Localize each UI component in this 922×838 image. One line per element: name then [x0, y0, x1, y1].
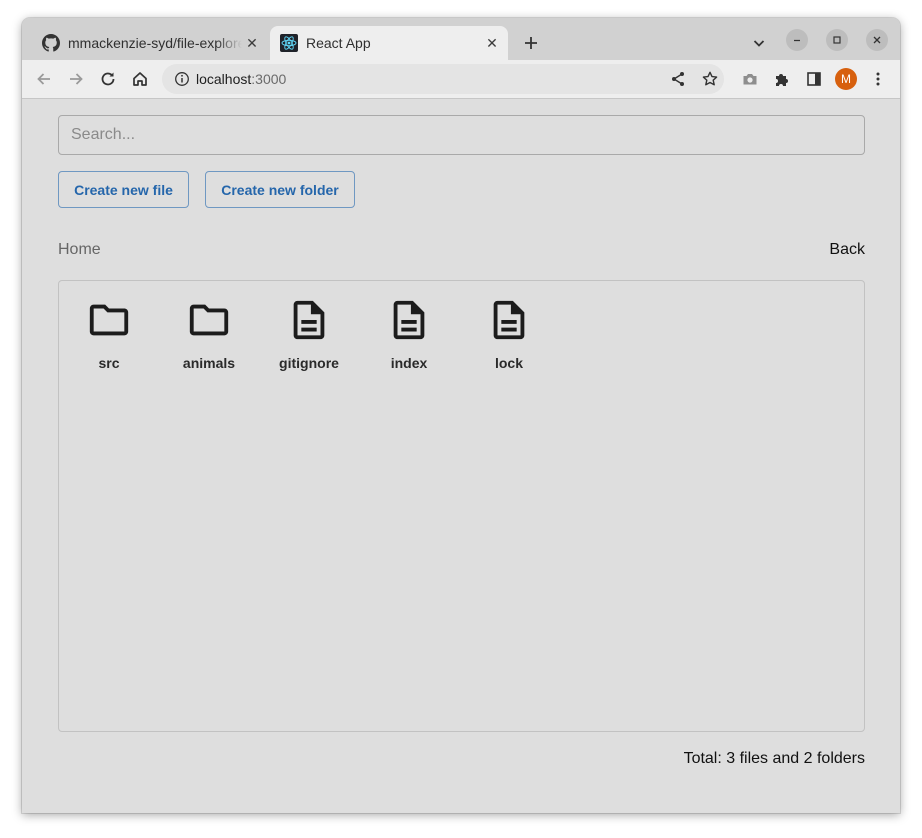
github-icon [42, 34, 60, 52]
page-content: Create new file Create new folder Home B… [22, 99, 900, 813]
profile-avatar[interactable]: M [835, 68, 857, 90]
forward-arrow-icon[interactable] [64, 67, 88, 91]
file-item-lock[interactable]: lock [459, 297, 559, 371]
item-label: gitignore [279, 355, 339, 371]
url-host: localhost [196, 71, 252, 87]
file-icon [386, 297, 432, 343]
item-label: lock [494, 355, 523, 371]
url-port: :3000 [251, 71, 287, 87]
create-file-button[interactable]: Create new file [58, 171, 189, 208]
folder-item-src[interactable]: src [59, 297, 159, 371]
browser-toolbar: localhost:3000 M [22, 60, 900, 99]
more-menu-icon[interactable] [866, 67, 890, 91]
new-tab-icon[interactable] [519, 31, 543, 55]
folder-icon [186, 297, 232, 343]
create-folder-button[interactable]: Create new folder [205, 171, 355, 208]
info-icon[interactable] [172, 69, 192, 89]
chevron-down-icon[interactable] [747, 31, 771, 55]
share-icon[interactable] [666, 67, 690, 91]
breadcrumb-home[interactable]: Home [58, 241, 101, 259]
maximize-icon[interactable] [826, 29, 848, 51]
file-icon [286, 297, 332, 343]
camera-icon[interactable] [738, 67, 762, 91]
tab-title: React App [306, 35, 371, 51]
file-grid: src animals gitignore index lock [58, 280, 865, 732]
item-label: src [98, 355, 120, 371]
close-tab-icon[interactable]: ✕ [242, 33, 262, 53]
address-bar[interactable]: localhost:3000 [162, 64, 724, 94]
side-panel-icon[interactable] [802, 67, 826, 91]
back-link[interactable]: Back [829, 241, 865, 259]
folder-item-animals[interactable]: animals [159, 297, 259, 371]
tab-title: mmackenzie-syd/file-explorer [68, 35, 242, 51]
minimize-icon[interactable] [786, 29, 808, 51]
reload-icon[interactable] [96, 67, 120, 91]
back-arrow-icon[interactable] [32, 67, 56, 91]
url-text: localhost:3000 [196, 71, 286, 87]
react-icon [280, 34, 298, 52]
file-item-gitignore[interactable]: gitignore [259, 297, 359, 371]
item-label: animals [182, 355, 236, 371]
folder-icon [86, 297, 132, 343]
bookmark-star-icon[interactable] [698, 67, 722, 91]
tab-github[interactable]: mmackenzie-syd/file-explorer ✕ [30, 26, 268, 60]
close-window-icon[interactable] [866, 29, 888, 51]
home-icon[interactable] [128, 67, 152, 91]
close-tab-icon[interactable]: ✕ [482, 33, 502, 53]
browser-window: mmackenzie-syd/file-explorer ✕ React App… [22, 18, 900, 813]
total-count: Total: 3 files and 2 folders [683, 750, 865, 767]
tab-react-app[interactable]: React App ✕ [270, 26, 508, 60]
extensions-puzzle-icon[interactable] [770, 67, 794, 91]
file-icon [486, 297, 532, 343]
tab-strip: mmackenzie-syd/file-explorer ✕ React App… [22, 18, 900, 60]
search-input[interactable] [58, 115, 865, 155]
item-label: index [390, 355, 428, 371]
file-item-index[interactable]: index [359, 297, 459, 371]
